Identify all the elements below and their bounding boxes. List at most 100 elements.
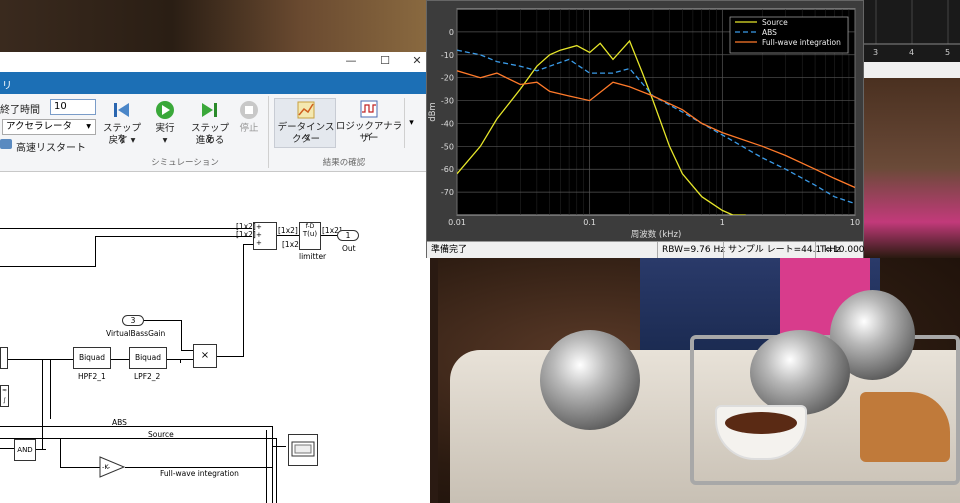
x-axis-label: 周波数 (kHz) bbox=[631, 229, 682, 240]
tick-label: 4 bbox=[909, 48, 915, 57]
tab-simulation[interactable]: リ bbox=[2, 77, 12, 92]
maximize-button[interactable]: ☐ bbox=[374, 54, 396, 70]
chevron-down-icon[interactable]: ▾ bbox=[404, 98, 418, 148]
simulation-mode-value: アクセラレータ bbox=[6, 121, 73, 132]
out-port-block[interactable]: 1 bbox=[337, 230, 359, 241]
data-inspector-button[interactable]: データインスペ クター bbox=[274, 98, 336, 148]
y-tick-label: -50 bbox=[441, 142, 454, 151]
close-button[interactable]: ✕ bbox=[406, 54, 428, 70]
legend-entry: Full-wave integration bbox=[762, 38, 841, 47]
virtual-bass-gain-label: VirtualBassGain bbox=[106, 329, 166, 338]
scope2-status bbox=[864, 62, 960, 78]
gain-block-text: -K- bbox=[102, 463, 111, 471]
signal-line bbox=[60, 438, 61, 468]
ribbon-tab-bar: リ 💾 ↶ ↷ ? ▾ bbox=[0, 72, 430, 112]
stop-button[interactable]: 停止 bbox=[236, 98, 262, 148]
lpf-label: LPF2_2 bbox=[134, 372, 161, 381]
y-tick-label: -60 bbox=[441, 165, 454, 174]
signal-line bbox=[0, 228, 252, 229]
fwi-signal-label: Full-wave integration bbox=[160, 469, 239, 478]
photo-teapot bbox=[750, 330, 850, 415]
photo-cake bbox=[860, 392, 950, 462]
tick-label: 5 bbox=[945, 48, 951, 57]
signal-line bbox=[217, 356, 244, 357]
signal-line bbox=[181, 320, 182, 350]
signal-line bbox=[0, 426, 272, 427]
port-dimension-label: [1x2] bbox=[278, 226, 298, 235]
spectrum-chart[interactable]: 0.01 0.1 1 10 0 -10 -20 -30 -40 -50 -60 -70 周波数 (kHz… bbox=[427, 1, 863, 241]
product-block[interactable]: × bbox=[193, 344, 217, 368]
signal-line bbox=[42, 359, 43, 449]
step-forward-button[interactable]: ステップを 進める bbox=[190, 98, 230, 148]
out-port-label: Out bbox=[342, 244, 356, 253]
run-icon bbox=[156, 101, 174, 119]
signal-line bbox=[111, 359, 129, 360]
background-photo-strip bbox=[864, 78, 960, 258]
signal-line bbox=[276, 438, 277, 503]
photo-tea bbox=[725, 412, 797, 434]
spectrum-scope-block[interactable] bbox=[288, 434, 318, 466]
logic-block[interactable]: ≈ ∫ bbox=[0, 385, 9, 407]
background-photo-top bbox=[0, 0, 430, 52]
hpf-label: HPF2_1 bbox=[78, 372, 106, 381]
input-block[interactable] bbox=[0, 347, 8, 369]
tick-label: 3 bbox=[873, 48, 879, 57]
signal-line bbox=[95, 236, 96, 266]
signal-line bbox=[60, 467, 100, 468]
sum-block[interactable]: + + + bbox=[253, 222, 277, 250]
results-section-label: 結果の確認 bbox=[322, 158, 366, 168]
limitter-block[interactable]: f-D T(u) bbox=[299, 222, 321, 250]
scope2-window: 3 4 5 bbox=[864, 0, 960, 62]
x-tick-label: 0.1 bbox=[583, 218, 596, 227]
status-ready: 準備完了 bbox=[431, 245, 468, 255]
and-block[interactable]: AND bbox=[14, 439, 36, 461]
scope-icon bbox=[291, 441, 315, 457]
signal-line bbox=[272, 426, 273, 503]
signal-line bbox=[0, 438, 276, 439]
run-button[interactable]: 実行 ▾ bbox=[150, 98, 180, 148]
signal-line bbox=[144, 320, 182, 321]
step-back-label: 戻す ▾ bbox=[108, 135, 136, 146]
scope-status-bar: 準備完了 RBW=9.76 Hz サンプル レート=44.1 kHz T=10.… bbox=[427, 241, 865, 258]
step-back-button[interactable]: ステップを 戻す ▾ bbox=[103, 98, 141, 148]
virtual-bass-gain-block[interactable]: 3 bbox=[122, 315, 144, 326]
limitter-label: limitter bbox=[299, 252, 327, 261]
block-diagram-canvas[interactable]: + + + [1x2] [1x2] [1x2] [1x2] f-D T(u) lim… bbox=[0, 202, 430, 503]
signal-line bbox=[0, 266, 96, 267]
ribbon: 終了時間 10 アクセラレータ ▾ 高速リスタート ステップを 戻す ▾ 実行 … bbox=[0, 94, 430, 172]
y-axis-label: dBm bbox=[428, 102, 438, 122]
y-tick-label: -70 bbox=[441, 188, 454, 197]
y-tick-label: -30 bbox=[441, 97, 454, 106]
stop-time-label: 終了時間 bbox=[0, 105, 40, 116]
data-inspector-icon bbox=[297, 101, 315, 119]
signal-line bbox=[95, 236, 252, 237]
simulink-window: — ☐ ✕ リ 💾 ↶ ↷ ? ▾ 終了時間 10 アクセラレータ ▾ 高速リス… bbox=[0, 52, 430, 503]
y-tick-label: -10 bbox=[441, 51, 454, 60]
stop-icon bbox=[240, 101, 258, 119]
fast-restart-toggle[interactable]: 高速リスタート bbox=[16, 139, 86, 154]
status-time: T=10.000 bbox=[815, 242, 869, 258]
signal-line bbox=[50, 359, 51, 419]
stop-time-input[interactable]: 10 bbox=[50, 99, 96, 115]
hpf-block[interactable]: Biquad bbox=[73, 347, 111, 369]
minimize-button[interactable]: — bbox=[340, 54, 362, 70]
stop-label: 停止 bbox=[239, 123, 259, 134]
logic-analyzer-label: ザー bbox=[359, 133, 379, 144]
run-label: 実行 bbox=[155, 123, 175, 134]
source-signal-label: Source bbox=[148, 430, 174, 439]
legend-entry: ABS bbox=[762, 28, 777, 37]
title-bar: — ☐ ✕ bbox=[0, 52, 430, 72]
run-label: ▾ bbox=[162, 135, 168, 146]
signal-line bbox=[180, 359, 181, 363]
signal-line bbox=[321, 235, 337, 236]
logic-analyzer-button[interactable]: ロジックアナライ ザー bbox=[336, 98, 402, 148]
limitter-formula: f-D bbox=[305, 223, 315, 230]
fast-restart-icon bbox=[0, 139, 12, 149]
lpf-block[interactable]: Biquad bbox=[129, 347, 167, 369]
spectrum-analyzer-window: 0.01 0.1 1 10 0 -10 -20 -30 -40 -50 -60 -70 周波数 (kHz… bbox=[426, 0, 865, 258]
signal-line bbox=[181, 350, 193, 351]
abs-signal-label: ABS bbox=[112, 418, 127, 427]
simulation-mode-select[interactable]: アクセラレータ ▾ bbox=[2, 119, 96, 135]
x-tick-label: 10 bbox=[850, 218, 860, 227]
limitter-block-text: T(u) bbox=[302, 230, 318, 238]
